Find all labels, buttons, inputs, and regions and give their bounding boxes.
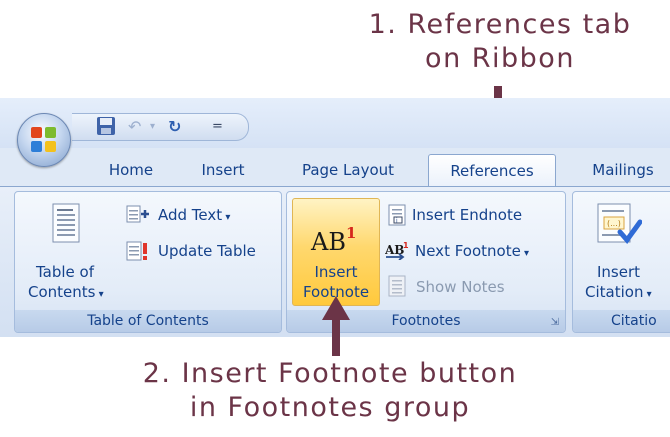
show-notes-icon <box>386 275 408 301</box>
add-text-button[interactable]: Add Text ▾ <box>158 205 230 228</box>
insert-footnote-icon-text: AB <box>311 228 346 256</box>
add-text-icon <box>126 205 150 227</box>
annotation-bottom-line1: 2. Insert Footnote button <box>142 358 518 389</box>
insert-footnote-button[interactable]: AB1 Insert Footnote <box>292 198 380 306</box>
group-label-citations: Citatio <box>573 310 670 332</box>
insert-citation-label-line2[interactable]: Citation ▾ <box>585 282 652 305</box>
insert-citation-label-line1[interactable]: Insert <box>597 262 640 282</box>
group-label-toc: Table of Contents <box>15 310 281 332</box>
next-footnote-icon: AB 1 <box>384 240 411 264</box>
annotation-insert-footnote: 2. Insert Footnote button in Footnotes g… <box>110 357 550 425</box>
tab-mailings[interactable]: Mailings <box>578 154 668 186</box>
chevron-down-icon: ▾ <box>222 212 231 223</box>
next-footnote-button[interactable]: Next Footnote ▾ <box>415 241 529 264</box>
quick-access-toolbar: ↶ ▾ ↻ = <box>72 113 249 141</box>
add-text-label: Add Text <box>158 206 223 224</box>
insert-footnote-icon-sup: 1 <box>345 224 357 242</box>
insert-endnote-icon: i <box>386 204 408 230</box>
tab-home[interactable]: Home <box>96 154 166 186</box>
annotation-top-line2: on Ribbon <box>425 43 575 74</box>
insert-citation-label: Citation <box>585 283 644 301</box>
chevron-down-icon: ▾ <box>95 289 104 300</box>
table-of-contents-button-line2[interactable]: Contents ▾ <box>28 282 104 305</box>
tab-insert[interactable]: Insert <box>188 154 258 186</box>
annotation-bottom-line2: in Footnotes group <box>189 392 471 423</box>
customize-qat-icon[interactable]: = <box>212 116 223 138</box>
annotation-references-tab: 1. References tab on Ribbon <box>330 8 670 76</box>
toc-label: Contents <box>28 283 96 301</box>
next-footnote-label: Next Footnote <box>415 242 521 260</box>
office-logo-icon <box>31 127 57 153</box>
svg-text:(...): (...) <box>607 219 621 228</box>
insert-endnote-button[interactable]: Insert Endnote <box>412 205 522 225</box>
chevron-down-icon: ▾ <box>643 289 652 300</box>
undo-icon[interactable]: ↶ <box>128 116 141 138</box>
tab-page-layout[interactable]: Page Layout <box>288 154 408 186</box>
insert-citation-icon[interactable]: (...) <box>596 202 643 250</box>
insert-footnote-icon: AB1 <box>311 219 356 256</box>
undo-dropdown-icon[interactable]: ▾ <box>150 116 155 138</box>
insert-footnote-label-line1: Insert <box>314 263 358 281</box>
table-of-contents-button-line1[interactable]: Table of <box>36 262 94 282</box>
svg-text:1: 1 <box>403 241 409 250</box>
annotation-top-line1: 1. References tab <box>368 9 632 40</box>
save-icon[interactable] <box>96 116 116 138</box>
update-table-button[interactable]: Update Table <box>158 241 256 261</box>
table-of-contents-icon[interactable] <box>52 203 80 247</box>
show-notes-button[interactable]: Show Notes <box>416 277 505 297</box>
update-table-icon <box>126 241 150 265</box>
tab-references[interactable]: References <box>428 154 556 188</box>
arrow-to-insert-footnote <box>322 296 350 356</box>
chevron-down-icon: ▾ <box>520 248 530 259</box>
office-button[interactable] <box>17 113 71 167</box>
redo-icon[interactable]: ↻ <box>168 116 181 138</box>
dialog-launcher-icon[interactable]: ⇲ <box>551 317 559 328</box>
